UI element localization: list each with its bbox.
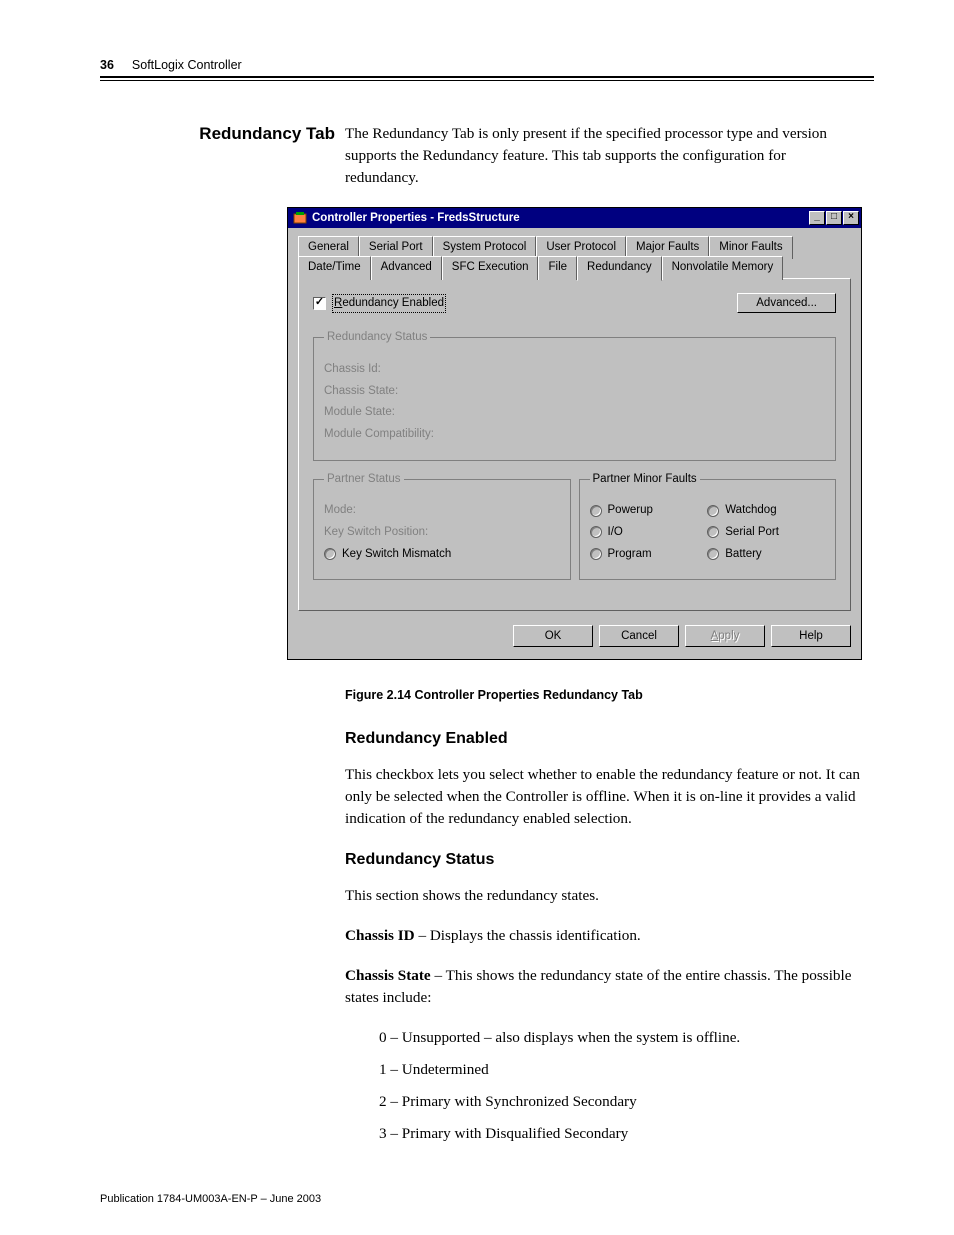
app-icon <box>292 210 308 226</box>
radio-icon <box>707 505 719 517</box>
radio-icon <box>707 526 719 538</box>
battery-radio: Battery <box>707 546 825 563</box>
close-button[interactable]: × <box>843 211 859 225</box>
program-radio: Program <box>590 546 708 563</box>
help-button[interactable]: Help <box>771 625 851 647</box>
running-header: 36 SoftLogix Controller <box>100 58 874 72</box>
state-1: 1 – Undetermined <box>379 1059 863 1081</box>
key-switch-mismatch-radio: Key Switch Mismatch <box>324 546 560 563</box>
state-0: 0 – Unsupported – also displays when the… <box>379 1027 863 1049</box>
io-radio: I/O <box>590 524 708 541</box>
tab-file[interactable]: File <box>538 256 577 280</box>
chassis-state-definition: Chassis State – This shows the redundanc… <box>345 965 863 1009</box>
watchdog-radio: Watchdog <box>707 502 825 519</box>
tab-strip: General Serial Port System Protocol User… <box>298 236 851 278</box>
chassis-id-definition: Chassis ID – Displays the chassis identi… <box>345 925 863 947</box>
chassis-id-desc: – Displays the chassis identification. <box>415 927 641 944</box>
radio-icon <box>324 548 336 560</box>
header-rule-thin <box>100 80 874 81</box>
chassis-id-term: Chassis ID <box>345 927 415 944</box>
chassis-id-label: Chassis Id: <box>324 361 825 378</box>
tab-redundancy[interactable]: Redundancy <box>577 256 662 281</box>
header-rule-thick <box>100 76 874 78</box>
checkbox-label-text: edundancy Enabled <box>342 297 444 309</box>
figure-caption: Figure 2.14 Controller Properties Redund… <box>345 686 863 704</box>
cancel-button[interactable]: Cancel <box>599 625 679 647</box>
redundancy-status-group: Redundancy Status Chassis Id: Chassis St… <box>313 329 836 460</box>
radio-icon <box>590 526 602 538</box>
publication-footer: Publication 1784-UM003A-EN-P – June 2003 <box>100 1193 321 1205</box>
redundancy-status-legend: Redundancy Status <box>324 329 430 346</box>
chassis-state-term: Chassis State <box>345 967 431 984</box>
page-number: 36 <box>100 58 114 72</box>
partner-status-legend: Partner Status <box>324 471 404 488</box>
advanced-button[interactable]: Advanced... <box>737 293 836 313</box>
powerup-radio: Powerup <box>590 502 708 519</box>
ok-button[interactable]: OK <box>513 625 593 647</box>
module-state-label: Module State: <box>324 404 825 421</box>
dialog-titlebar: Controller Properties - FredsStructure _… <box>288 208 861 229</box>
redundancy-enabled-body: This checkbox lets you select whether to… <box>345 764 863 830</box>
key-switch-position-label: Key Switch Position: <box>324 524 560 541</box>
tab-advanced[interactable]: Advanced <box>371 256 442 280</box>
redundancy-enabled-heading: Redundancy Enabled <box>345 727 863 750</box>
redundancy-tab-panel: ✓ Redundancy Enabled Advanced... Redunda… <box>298 278 851 611</box>
serial-port-radio: Serial Port <box>707 524 825 541</box>
dialog-title: Controller Properties - FredsStructure <box>312 210 808 227</box>
state-3: 3 – Primary with Disqualified Secondary <box>379 1123 863 1145</box>
redundancy-status-heading: Redundancy Status <box>345 848 863 871</box>
key-switch-mismatch-label: Key Switch Mismatch <box>342 546 451 563</box>
checkbox-check-icon: ✓ <box>313 297 326 310</box>
chapter-title: SoftLogix Controller <box>132 58 242 72</box>
partner-minor-faults-legend: Partner Minor Faults <box>590 471 700 488</box>
intro-paragraph: The Redundancy Tab is only present if th… <box>345 123 863 189</box>
radio-icon <box>590 548 602 560</box>
radio-icon <box>590 505 602 517</box>
chassis-state-list: 0 – Unsupported – also displays when the… <box>345 1027 863 1145</box>
mode-label: Mode: <box>324 502 560 519</box>
radio-icon <box>707 548 719 560</box>
controller-properties-dialog: Controller Properties - FredsStructure _… <box>287 207 862 661</box>
partner-minor-faults-group: Partner Minor Faults Powerup I/O Program… <box>579 471 837 581</box>
module-compatibility-label: Module Compatibility: <box>324 426 825 443</box>
minimize-button[interactable]: _ <box>809 211 825 225</box>
partner-status-group: Partner Status Mode: Key Switch Position… <box>313 471 571 581</box>
redundancy-status-intro: This section shows the redundancy states… <box>345 885 863 907</box>
tab-sfc-execution[interactable]: SFC Execution <box>442 256 539 280</box>
chassis-state-label: Chassis State: <box>324 383 825 400</box>
maximize-button[interactable]: □ <box>826 211 842 225</box>
redundancy-enabled-checkbox[interactable]: ✓ Redundancy Enabled <box>313 294 446 313</box>
tab-nonvolatile-memory[interactable]: Nonvolatile Memory <box>662 256 784 280</box>
apply-button[interactable]: Apply <box>685 625 765 647</box>
state-2: 2 – Primary with Synchronized Secondary <box>379 1091 863 1113</box>
tab-date-time[interactable]: Date/Time <box>298 256 371 280</box>
